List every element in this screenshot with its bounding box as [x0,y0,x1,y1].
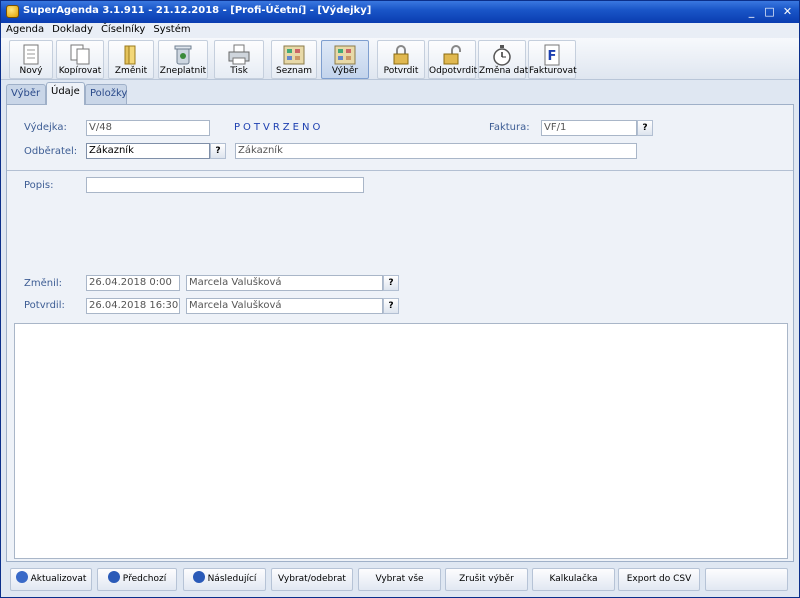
status-badge: POTVRZENO [234,122,324,133]
select-toggle-button[interactable]: Vybrat/odebrat [271,568,353,591]
bottom-bar: Aktualizovat Předchozí Následující Vybra… [1,564,799,597]
app-icon [6,5,19,18]
menu-system[interactable]: Systém [148,23,193,35]
zmenil-user-field[interactable]: Marcela Valušková [186,275,383,291]
odberatel-label: Odběratel: [24,146,78,157]
invalidate-button[interactable]: Zneplatnit [158,40,208,79]
select-all-button[interactable]: Vybrat vše [358,568,441,591]
tab-vyber[interactable]: Výběr [6,84,46,104]
vydejka-label: Výdejka: [24,122,67,133]
minimize-button[interactable]: _ [744,4,759,19]
title-bar: SuperAgenda 3.1.911 - 21.12.2018 - [Prof… [1,1,799,23]
trash-icon [174,45,192,65]
potvrdil-date-field[interactable]: 26.04.2018 16:30 [86,298,180,314]
toolbar: Nový Kopírovat Změnit Zneplatnit Tisk Se… [1,38,799,80]
previous-button[interactable]: Předchozí [97,568,177,591]
unconfirm-button[interactable]: Odpotvrdit [428,40,477,79]
faktura-field[interactable]: VF/1 [541,120,637,136]
odberatel-lookup-button[interactable]: ? [210,143,226,159]
menu-bar: Agenda Doklady Číselníky Systém [1,23,799,38]
copy-icon [70,44,90,65]
faktura-lookup-button[interactable]: ? [637,120,653,136]
export-csv-button[interactable]: Export do CSV [618,568,700,591]
details-panel: Výdejka: V/48 POTVRZENO Faktura: VF/1 ? … [6,104,794,562]
new-button[interactable]: Nový [9,40,53,79]
change-date-button[interactable]: Změna data [478,40,534,79]
potvrdil-user-field[interactable]: Marcela Valušková [186,298,383,314]
notes-area[interactable] [14,323,788,559]
cancel-selection-button[interactable]: Zrušit výběr [445,568,528,591]
grid-icon [334,45,356,65]
zmenil-date-field[interactable]: 26.04.2018 0:00 [86,275,180,291]
print-button[interactable]: Tisk [214,40,264,79]
invoice-button[interactable]: F Fakturovat [528,40,577,79]
list-icon [283,45,305,65]
app-window: SuperAgenda 3.1.911 - 21.12.2018 - [Prof… [0,0,800,598]
edit-button[interactable]: Změnit [108,40,154,79]
vydejka-field[interactable]: V/48 [86,120,210,136]
odberatel-name-field[interactable]: Zákazník [235,143,637,159]
next-button[interactable]: Následující [183,568,266,591]
menu-agenda[interactable]: Agenda [1,23,47,35]
popis-field[interactable] [86,177,364,193]
popis-label: Popis: [24,180,54,191]
copy-button[interactable]: Kopírovat [56,40,104,79]
stopwatch-icon [493,45,511,66]
odberatel-field[interactable]: Zákazník [86,143,210,159]
calculator-button[interactable]: Kalkulačka [532,568,615,591]
menu-doklady[interactable]: Doklady [47,23,96,35]
refresh-button[interactable]: Aktualizovat [10,568,92,591]
printer-icon [228,44,250,65]
zmenil-label: Změnil: [24,278,63,289]
zmenil-lookup-button[interactable]: ? [383,275,399,291]
refresh-icon [15,571,28,583]
tab-polozky[interactable]: Položky [85,84,127,104]
faktura-label: Faktura: [489,122,530,133]
svg-text:F: F [548,49,557,64]
confirm-button[interactable]: Potvrdit [377,40,425,79]
window-title: SuperAgenda 3.1.911 - 21.12.2018 - [Prof… [23,5,372,16]
potvrdil-label: Potvrdil: [24,300,65,311]
menu-ciselniky[interactable]: Číselníky [96,23,148,35]
arrow-right-icon [192,571,205,583]
potvrdil-lookup-button[interactable]: ? [383,298,399,314]
select-view-button[interactable]: Výběr [321,40,369,79]
list-button[interactable]: Seznam [271,40,317,79]
divider [7,170,793,171]
empty-button[interactable] [705,568,788,591]
unlock-icon [443,45,461,65]
invoice-icon: F [544,44,560,66]
close-button[interactable]: ✕ [780,4,795,19]
tab-udaje[interactable]: Údaje [46,82,85,105]
document-icon [23,44,39,65]
maximize-button[interactable]: □ [762,4,777,19]
folder-icon [124,45,136,65]
arrow-left-icon [107,571,120,583]
lock-icon [393,45,409,65]
